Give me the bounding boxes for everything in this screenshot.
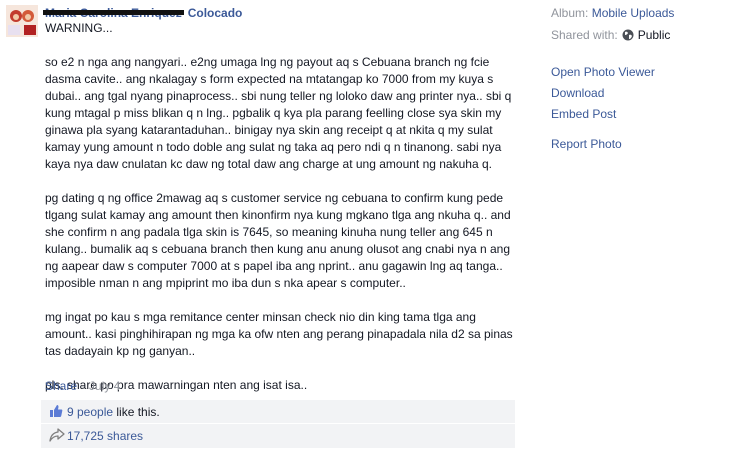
shares-count-link[interactable]: 17,725 shares	[67, 429, 143, 443]
post-paragraph: mg ingat po kau s mga remitance center m…	[45, 310, 513, 358]
album-info: Album: Mobile Uploads	[551, 6, 674, 20]
meta-separator: ·	[81, 379, 86, 393]
post-title: WARNING...	[45, 21, 113, 35]
report-photo-link[interactable]: Report Photo	[551, 137, 622, 151]
post-date[interactable]: July 4	[89, 379, 120, 393]
globe-icon	[622, 29, 634, 44]
likes-row: 9 people like this.	[41, 400, 515, 423]
open-photo-viewer-link[interactable]: Open Photo Viewer	[551, 65, 655, 79]
author-name[interactable]: Colocado	[188, 6, 243, 20]
post-paragraph: pg dating q ng office 2mawag aq s custom…	[45, 191, 511, 290]
shares-row: 17,725 shares	[41, 424, 515, 448]
privacy-value[interactable]: Public	[638, 28, 671, 42]
album-label: Album:	[551, 6, 589, 20]
post-paragraph: so e2 n nga ang nangyari.. e2ng umaga ln…	[45, 55, 512, 171]
album-link[interactable]: Mobile Uploads	[592, 6, 675, 20]
share-icon	[49, 428, 65, 444]
shared-with-label: Shared with:	[551, 28, 618, 42]
redaction-bar	[43, 10, 184, 15]
likes-sentence: 9 people like this.	[67, 405, 160, 419]
download-link[interactable]: Download	[551, 86, 604, 100]
share-link[interactable]: Share	[45, 379, 77, 393]
post-header: Maria Carolina Enriquez Colocado	[43, 6, 243, 20]
like-icon	[49, 404, 65, 420]
likes-suffix: like this.	[113, 405, 160, 419]
post-meta: Share · July 4	[45, 379, 120, 393]
likes-count-link[interactable]: 9 people	[67, 405, 113, 419]
privacy-info: Shared with: Public	[551, 28, 670, 44]
post-body: so e2 n nga ang nangyari.. e2ng umaga ln…	[45, 54, 515, 411]
author-name-redacted[interactable]: Maria Carolina Enriquez	[43, 6, 184, 20]
author-avatar[interactable]	[6, 5, 38, 37]
embed-post-link[interactable]: Embed Post	[551, 107, 616, 121]
